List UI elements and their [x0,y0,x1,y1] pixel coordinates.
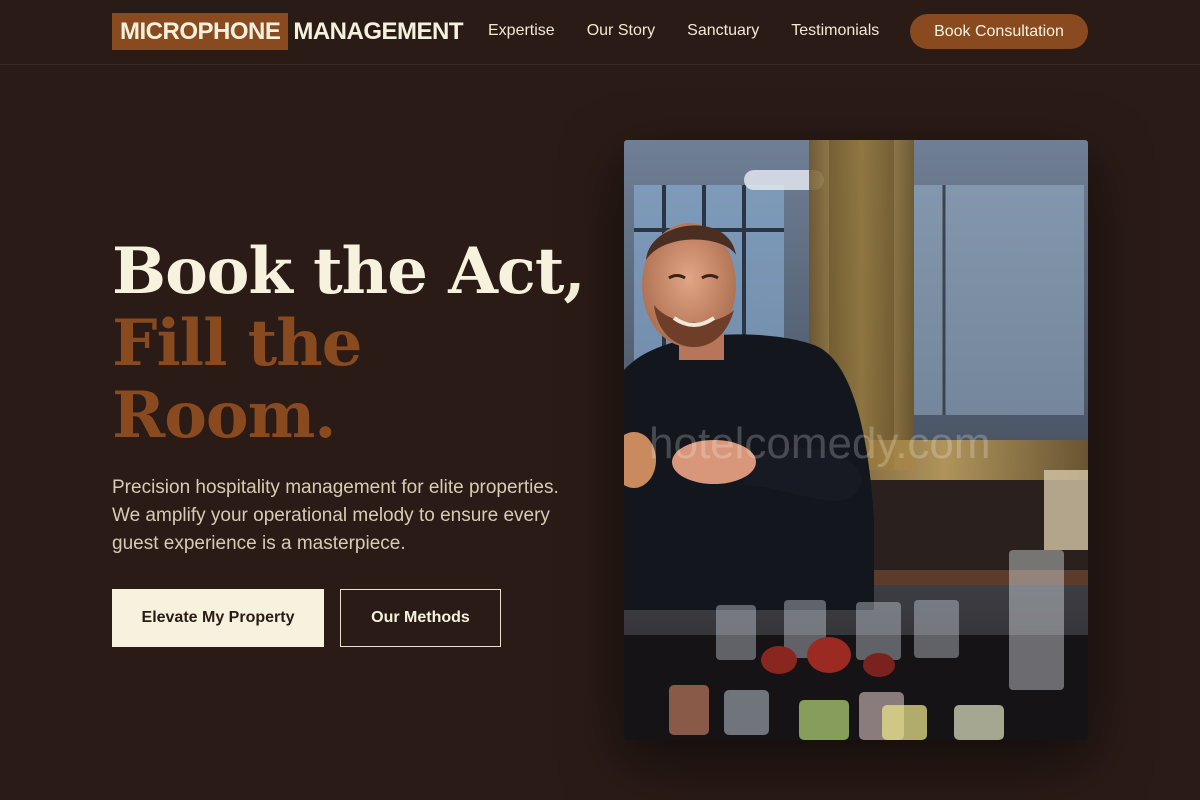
nav-link-sanctuary[interactable]: Sanctuary [687,22,759,40]
logo-text: MANAGEMENT [293,17,463,45]
nav-link-testimonials[interactable]: Testimonials [791,22,879,40]
headline-line-2: Fill the [112,306,362,381]
nav-links: Expertise Our Story Sanctuary Testimonia… [488,22,879,40]
headline-line-1: Book the Act, [112,234,586,309]
logo-highlight: MICROPHONE [112,13,289,50]
nav-link-our-story[interactable]: Our Story [587,22,655,40]
book-consultation-button[interactable]: Book Consultation [910,14,1088,49]
logo[interactable]: MICROPHONE MANAGEMENT [112,13,463,50]
top-navigation: MICROPHONE MANAGEMENT Expertise Our Stor… [0,0,1200,65]
our-methods-button[interactable]: Our Methods [340,589,501,647]
hero-headline: Book the Act, Fill the Room. [112,234,586,453]
headline-line-3: Room. [112,378,337,453]
photo-watermark: hotelcomedy.com [649,419,991,468]
hero-photo-bartender: hotelcomedy.com [624,140,1088,740]
elevate-property-button[interactable]: Elevate My Property [112,589,324,647]
hero-subtext: Precision hospitality management for eli… [112,477,559,554]
nav-link-expertise[interactable]: Expertise [488,22,555,40]
